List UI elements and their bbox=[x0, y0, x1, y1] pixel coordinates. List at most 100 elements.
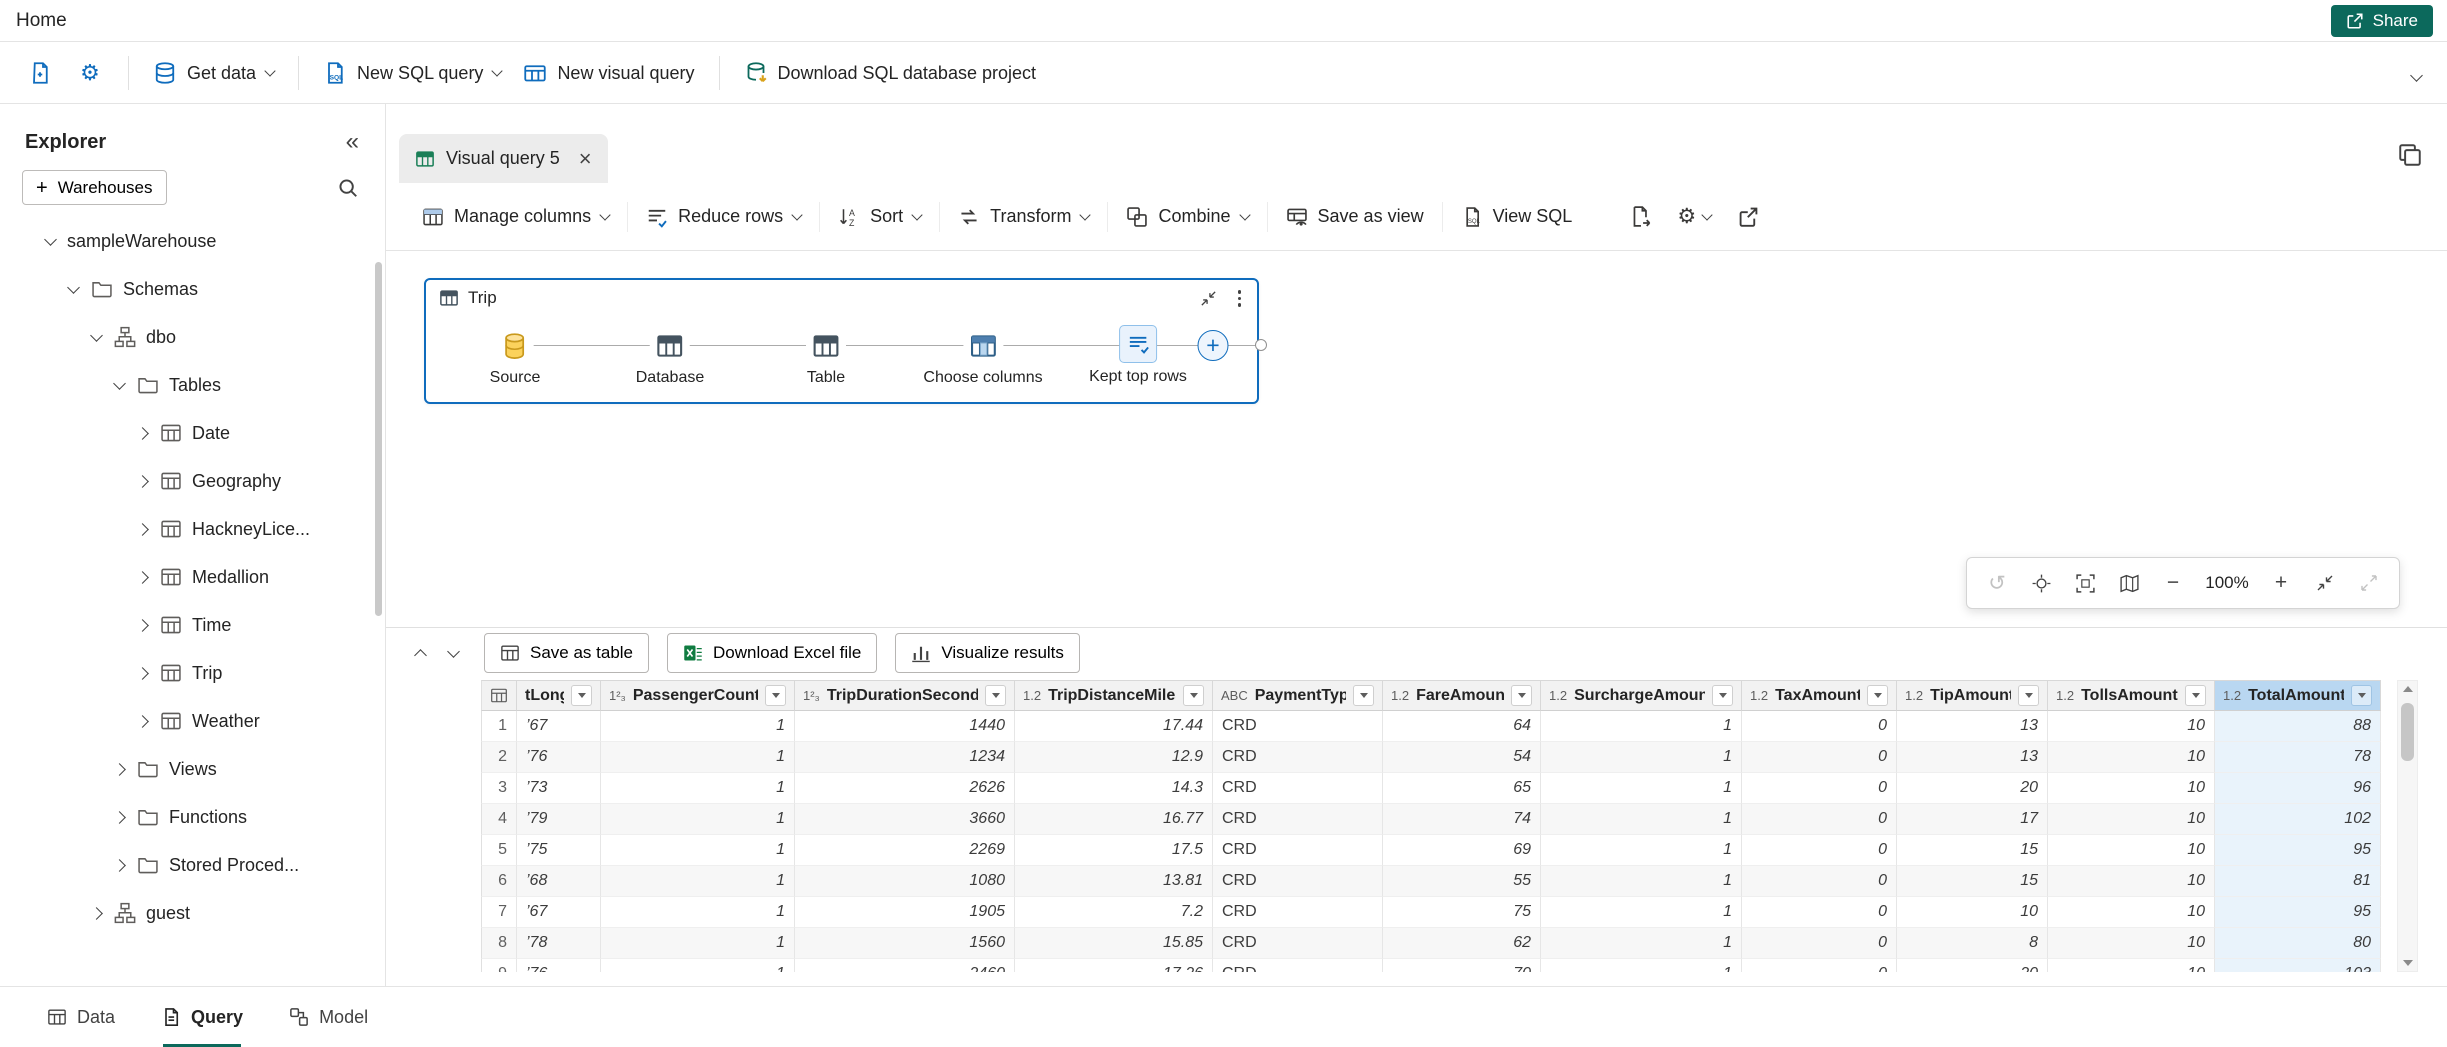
filter-dropdown-icon[interactable] bbox=[985, 685, 1006, 706]
tree-item-stored-proced[interactable]: Stored Proced... bbox=[0, 841, 385, 889]
tree-item-dbo[interactable]: dbo bbox=[0, 313, 385, 361]
ribbon-tab-home[interactable]: Home bbox=[16, 10, 67, 32]
filter-dropdown-icon[interactable] bbox=[2018, 685, 2039, 706]
column-header-tollsamount[interactable]: 1.2TollsAmount bbox=[2048, 680, 2215, 711]
reduce-rows-button[interactable]: Reduce rows bbox=[646, 206, 801, 228]
manage-columns-button[interactable]: Manage columns bbox=[422, 206, 609, 228]
tab-query[interactable]: Query bbox=[161, 987, 243, 1047]
chevron-down-icon[interactable] bbox=[111, 383, 127, 388]
transform-button[interactable]: Transform bbox=[958, 206, 1089, 228]
filter-dropdown-icon[interactable] bbox=[1867, 685, 1888, 706]
combine-button[interactable]: Combine bbox=[1126, 206, 1248, 228]
scroll-down-icon[interactable] bbox=[2403, 960, 2413, 966]
new-item-button[interactable] bbox=[20, 53, 60, 93]
close-icon[interactable]: × bbox=[579, 148, 592, 170]
tree-item-tables[interactable]: Tables bbox=[0, 361, 385, 409]
column-header-totalamount[interactable]: 1.2TotalAmount bbox=[2215, 680, 2381, 711]
node-source[interactable]: Source bbox=[490, 328, 541, 387]
chevron-down-icon[interactable] bbox=[65, 287, 81, 292]
download-excel-button[interactable]: Download Excel file bbox=[667, 633, 877, 673]
tree-item-guest[interactable]: guest bbox=[0, 889, 385, 937]
column-header-surchargeamount[interactable]: 1.2SurchargeAmount bbox=[1541, 680, 1742, 711]
column-header-tipamount[interactable]: 1.2TipAmount bbox=[1897, 680, 2048, 711]
minimap-icon[interactable] bbox=[2107, 561, 2151, 605]
scrollbar-thumb[interactable] bbox=[2401, 703, 2414, 761]
node-choose-columns[interactable]: Choose columns bbox=[923, 328, 1042, 387]
visualize-results-button[interactable]: Visualize results bbox=[895, 633, 1080, 673]
tree-item-weather[interactable]: Weather bbox=[0, 697, 385, 745]
column-header-fareamount[interactable]: 1.2FareAmount bbox=[1383, 680, 1541, 711]
column-header-paymenttype[interactable]: ABCPaymentType bbox=[1213, 680, 1383, 711]
tree-item-functions[interactable]: Functions bbox=[0, 793, 385, 841]
chevron-right-icon[interactable] bbox=[134, 621, 150, 630]
row-number-header[interactable] bbox=[481, 680, 517, 711]
chevron-right-icon[interactable] bbox=[134, 429, 150, 438]
column-header-tripdurationseconds[interactable]: 1²₃TripDurationSeconds bbox=[795, 680, 1015, 711]
filter-dropdown-icon[interactable] bbox=[765, 685, 786, 706]
collapse-results-icon[interactable] bbox=[447, 645, 460, 658]
zoom-out-button[interactable]: − bbox=[2151, 561, 2195, 605]
chevron-down-icon[interactable] bbox=[42, 239, 58, 244]
zoom-in-button[interactable]: + bbox=[2259, 561, 2303, 605]
query-diagram-canvas[interactable]: Trip Source Database bbox=[386, 251, 2447, 627]
collapse-panel-icon[interactable]: « bbox=[346, 130, 359, 154]
sidebar-scrollbar[interactable] bbox=[375, 262, 382, 616]
collapse-canvas-icon[interactable] bbox=[2303, 561, 2347, 605]
more-options-icon[interactable] bbox=[1234, 288, 1246, 309]
filter-dropdown-icon[interactable] bbox=[1511, 685, 1532, 706]
sort-button[interactable]: AZ Sort bbox=[838, 206, 921, 228]
collapse-group-icon[interactable] bbox=[1199, 289, 1218, 308]
export-script-icon[interactable] bbox=[1628, 205, 1651, 228]
tree-item-schemas[interactable]: Schemas bbox=[0, 265, 385, 313]
tree-item-samplewarehouse[interactable]: sampleWarehouse bbox=[0, 217, 385, 265]
chevron-right-icon[interactable] bbox=[134, 669, 150, 678]
node-kept-top-rows[interactable]: Kept top rows bbox=[1089, 328, 1187, 386]
filter-dropdown-icon[interactable] bbox=[1183, 685, 1204, 706]
chevron-right-icon[interactable] bbox=[134, 717, 150, 726]
tree-item-medallion[interactable]: Medallion bbox=[0, 553, 385, 601]
new-sql-query-button[interactable]: SQL New SQL query bbox=[317, 61, 507, 85]
tree-item-date[interactable]: Date bbox=[0, 409, 385, 457]
tree-item-time[interactable]: Time bbox=[0, 601, 385, 649]
get-data-button[interactable]: Get data bbox=[147, 61, 280, 85]
query-settings-button[interactable]: ⚙ bbox=[1677, 206, 1711, 227]
column-header-passengercount[interactable]: 1²₃PassengerCount bbox=[601, 680, 795, 711]
filter-dropdown-icon[interactable] bbox=[2351, 685, 2372, 706]
chevron-down-icon[interactable] bbox=[88, 335, 104, 340]
filter-dropdown-icon[interactable] bbox=[2185, 685, 2206, 706]
column-header-tripdistancemiles[interactable]: 1.2TripDistanceMiles bbox=[1015, 680, 1213, 711]
filter-dropdown-icon[interactable] bbox=[1353, 685, 1374, 706]
filter-dropdown-icon[interactable] bbox=[571, 685, 592, 706]
tab-data[interactable]: Data bbox=[47, 987, 115, 1047]
open-in-new-icon[interactable] bbox=[1737, 205, 1760, 228]
chevron-right-icon[interactable] bbox=[111, 765, 127, 774]
node-table[interactable]: Table bbox=[806, 328, 846, 387]
share-button[interactable]: Share bbox=[2331, 5, 2433, 37]
node-database[interactable]: Database bbox=[636, 328, 705, 387]
tree-item-geography[interactable]: Geography bbox=[0, 457, 385, 505]
chevron-right-icon[interactable] bbox=[134, 573, 150, 582]
new-visual-query-button[interactable]: New visual query bbox=[517, 61, 700, 85]
chevron-right-icon[interactable] bbox=[111, 861, 127, 870]
column-header-taxamount[interactable]: 1.2TaxAmount bbox=[1742, 680, 1897, 711]
scroll-up-icon[interactable] bbox=[2403, 686, 2413, 692]
add-step-button[interactable]: + bbox=[1198, 330, 1229, 361]
expand-results-icon[interactable] bbox=[414, 649, 427, 662]
query-step-group-trip[interactable]: Trip Source Database bbox=[424, 278, 1259, 404]
chevron-right-icon[interactable] bbox=[134, 477, 150, 486]
add-warehouses-button[interactable]: + Warehouses bbox=[22, 170, 167, 205]
locate-icon[interactable] bbox=[2019, 561, 2063, 605]
column-header-tlong[interactable]: tLong bbox=[517, 680, 601, 711]
filter-dropdown-icon[interactable] bbox=[1712, 685, 1733, 706]
collapse-ribbon-button[interactable] bbox=[2412, 67, 2421, 85]
view-sql-button[interactable]: SQL View SQL bbox=[1461, 206, 1573, 228]
tree-item-views[interactable]: Views bbox=[0, 745, 385, 793]
chevron-right-icon[interactable] bbox=[134, 525, 150, 534]
chevron-right-icon[interactable] bbox=[111, 813, 127, 822]
save-as-view-button[interactable]: Save as view bbox=[1286, 206, 1424, 228]
tab-visual-query-5[interactable]: Visual query 5 × bbox=[399, 134, 608, 183]
save-as-table-button[interactable]: Save as table bbox=[484, 633, 649, 673]
fit-to-view-icon[interactable] bbox=[2063, 561, 2107, 605]
chevron-right-icon[interactable] bbox=[88, 909, 104, 918]
tree-item-trip[interactable]: Trip bbox=[0, 649, 385, 697]
